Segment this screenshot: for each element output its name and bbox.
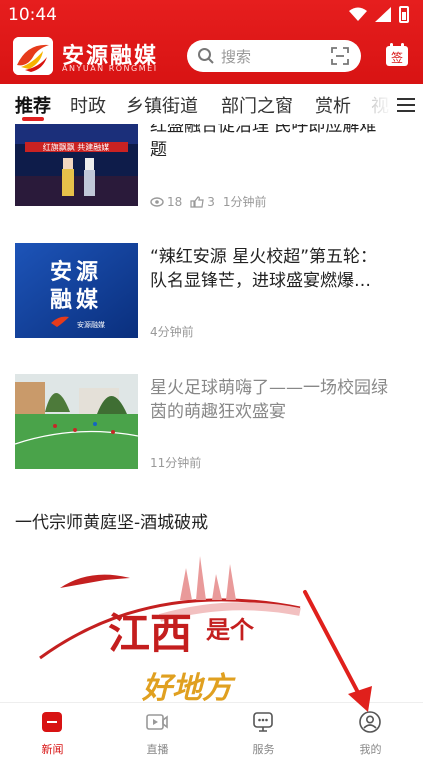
views-icon	[150, 196, 164, 207]
active-tab-indicator	[22, 117, 44, 121]
app-logo	[13, 37, 53, 75]
tab-departments[interactable]: 部门之窗	[221, 92, 293, 118]
news-meta: 18 3 1分钟前	[150, 193, 275, 210]
tab-appreciation[interactable]: 赏析	[315, 92, 351, 118]
app-header: 10:44 安源融媒 ANYUAN RONGMEI 搜索 签	[0, 0, 423, 84]
live-icon	[146, 714, 168, 730]
news-title: 星火足球萌嗨了——一场校园绿 茵的萌趣狂欢盛宴	[150, 378, 388, 422]
news-title: “辣红安源 星火校超”第五轮： 队名显锋芒，进球盛宴燃爆…	[150, 247, 378, 291]
signin-label: 签	[391, 50, 403, 65]
status-bar: 10:44	[0, 0, 423, 30]
wifi-icon	[349, 7, 367, 21]
thumb-caption: 红旗飘飘 共建融媒	[43, 142, 110, 152]
news-thumbnail	[15, 374, 138, 469]
signal-icon	[375, 7, 391, 22]
news-title: 红盛融合促治理 民呼即应解难 题	[150, 124, 377, 160]
like-count: 3	[207, 194, 215, 209]
nav-label: 我的	[359, 743, 382, 756]
like-icon	[190, 195, 204, 208]
nav-label: 新闻	[41, 743, 64, 756]
thumb-logo-top: 安源	[50, 259, 102, 285]
battery-icon	[399, 6, 409, 23]
nav-news[interactable]: 新闻	[0, 703, 105, 762]
news-time: 4分钟前	[150, 325, 194, 339]
feature-banner[interactable]: 江西 是个 好地方	[0, 548, 423, 703]
thumb-logo-bottom: 融媒	[50, 287, 102, 313]
search-icon	[198, 48, 214, 64]
news-thumbnail: 红旗飘飘 共建融媒	[15, 124, 138, 206]
search-bar[interactable]: 搜索	[187, 40, 361, 72]
nav-profile[interactable]: 我的	[318, 703, 423, 762]
nav-live[interactable]: 直播	[105, 703, 210, 762]
tab-recommend[interactable]: 推荐	[15, 92, 51, 118]
news-time: 11分钟前	[150, 456, 202, 470]
bottom-nav: 新闻 直播 服务 我的	[0, 702, 423, 762]
news-time: 1分钟前	[222, 195, 267, 209]
tab-politics[interactable]: 时政	[70, 92, 106, 118]
profile-icon	[359, 711, 381, 733]
scan-icon[interactable]	[331, 47, 349, 65]
banner-text-3: 好地方	[141, 671, 236, 703]
view-count: 18	[167, 194, 183, 209]
status-time: 10:44	[8, 5, 57, 25]
thumb-small-text: 安源融媒	[77, 320, 105, 329]
nav-label: 直播	[146, 743, 169, 756]
banner-text-2: 是个	[206, 615, 255, 644]
nav-service[interactable]: 服务	[211, 703, 316, 762]
channel-tabs: 推荐 时政 乡镇街道 部门之窗 赏析 视	[0, 86, 423, 122]
tab-towns[interactable]: 乡镇街道	[126, 92, 198, 118]
news-meta: 11分钟前	[150, 454, 209, 471]
banner-text-1: 江西	[108, 609, 192, 658]
menu-icon[interactable]	[397, 98, 415, 112]
search-placeholder: 搜索	[221, 48, 252, 66]
app-screen: 10:44 安源融媒 ANYUAN RONGMEI 搜索 签 推荐 时政 乡镇街…	[0, 0, 423, 762]
feature-title[interactable]: 一代宗师黄庭坚-酒城破戒	[15, 508, 208, 533]
news-icon	[42, 712, 62, 732]
nav-label: 服务	[252, 743, 275, 756]
service-icon	[253, 712, 273, 732]
news-item[interactable]: 星火足球萌嗨了——一场校园绿 茵的萌趣狂欢盛宴 11分钟前	[0, 374, 423, 474]
news-item[interactable]: 安源 融媒 安源融媒 “辣红安源 星火校超”第五轮： 队名显锋芒，进球盛宴燃爆……	[0, 243, 423, 343]
news-thumbnail: 安源 融媒 安源融媒	[15, 243, 138, 338]
logo-subtitle: ANYUAN RONGMEI	[62, 64, 158, 73]
calendar-signin-icon[interactable]: 签	[385, 43, 409, 67]
news-item[interactable]: 红旗飘飘 共建融媒 红盛融合促治理 民呼即应解难 题 18 3 1分钟前	[0, 124, 423, 219]
news-meta: 4分钟前	[150, 323, 202, 340]
